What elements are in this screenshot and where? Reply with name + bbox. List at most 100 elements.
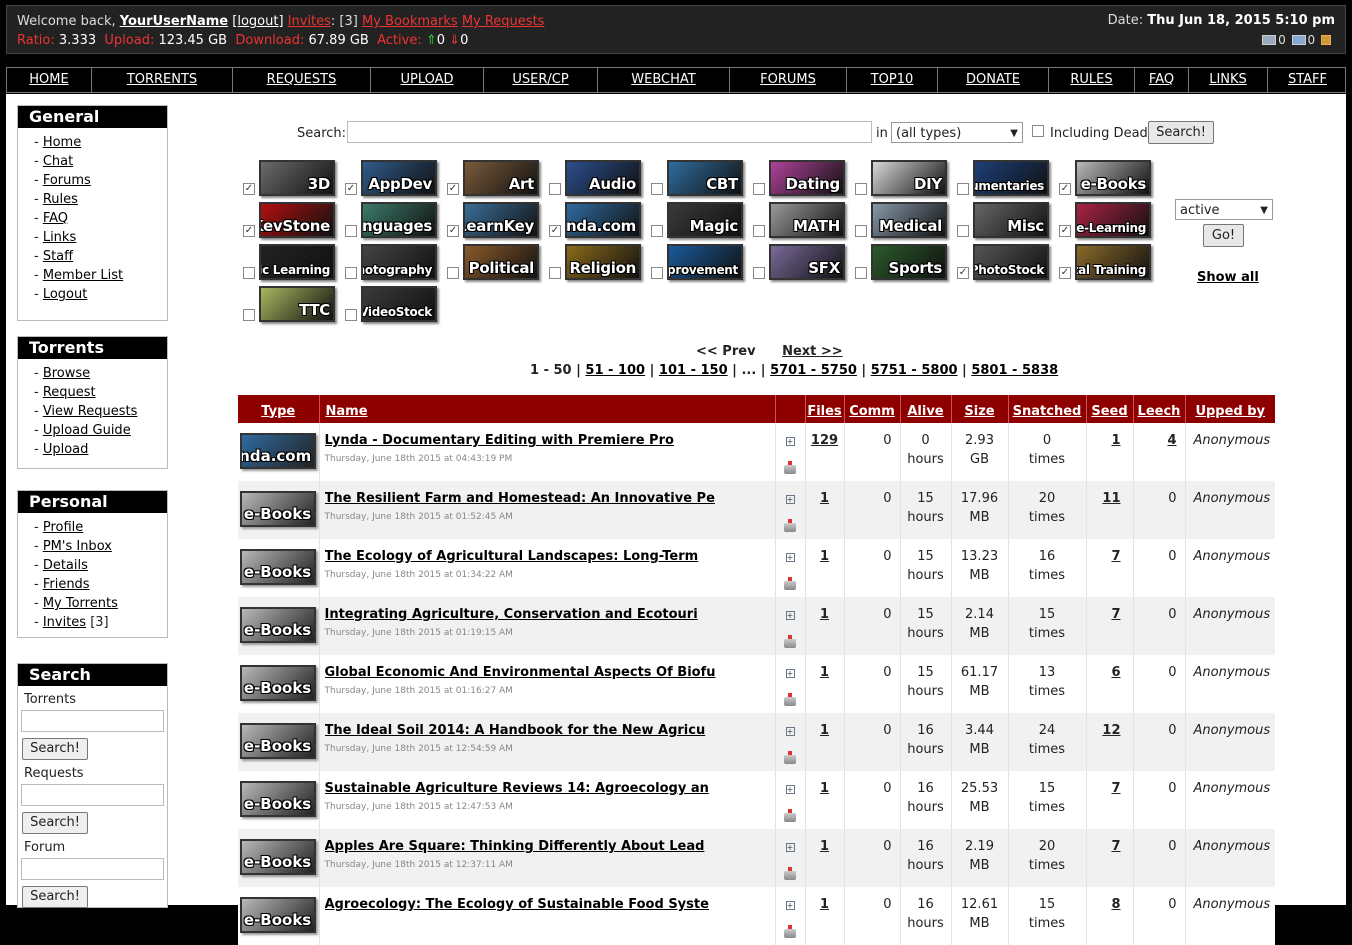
prev-link[interactable]: << Prev [696,344,756,359]
category-religion-icon[interactable]: Religion [565,244,641,280]
torrent-name-link[interactable]: Global Economic And Environmental Aspect… [325,663,765,682]
sidebar-item-label[interactable]: Links [43,230,76,245]
expand-plus-icon[interactable]: + [785,785,795,794]
seeders-link[interactable]: 7 [1111,781,1120,796]
files-link[interactable]: 1 [820,781,829,796]
sidebar-item-upload[interactable]: - Upload [34,440,167,459]
page-link[interactable]: 51 - 100 [585,363,645,378]
seeders-link[interactable]: 12 [1102,723,1120,738]
category-checkbox[interactable] [753,225,765,237]
col-snatched[interactable]: Snatched [1008,395,1087,423]
sidebar-item-request[interactable]: - Request [34,383,167,402]
sidebar-item-label[interactable]: Request [43,385,96,400]
category-checkbox[interactable]: ✓ [1059,183,1071,195]
category-e-books-icon[interactable]: e-Books [240,897,317,933]
col-comm[interactable]: Comm [844,395,901,423]
seeders-link[interactable]: 7 [1111,839,1120,854]
sidebar-item-browse[interactable]: - Browse [34,364,167,383]
category-medical-icon[interactable]: Medical [871,202,947,238]
category-checkbox[interactable]: ✓ [243,225,255,237]
col-size[interactable]: Size [951,395,1009,423]
inbox-envelope-icon[interactable] [1262,35,1277,45]
category-music-learning-icon[interactable]: Music Learning [259,244,335,280]
category-checkbox[interactable]: ✓ [549,225,561,237]
torrent-name-link[interactable]: The Resilient Farm and Homestead: An Inn… [325,489,765,508]
col-leech[interactable]: Leech [1133,395,1186,423]
download-icon[interactable] [784,751,796,764]
category-magic-icon[interactable]: Magic [667,202,743,238]
torrent-name-link[interactable]: The Ecology of Agricultural Landscapes: … [325,547,765,566]
category-self-improvement-icon[interactable]: Self Improvement [667,244,743,280]
expand-plus-icon[interactable]: + [785,669,795,678]
download-icon[interactable] [784,577,796,590]
category-checkbox[interactable] [549,267,561,279]
nav-torrents[interactable]: TORRENTS [92,68,233,92]
category-checkbox[interactable] [651,267,663,279]
download-icon[interactable] [784,925,796,938]
col-name[interactable]: Name [319,395,776,423]
category-checkbox[interactable] [753,183,765,195]
category-checkbox[interactable]: ✓ [447,183,459,195]
leechers-value[interactable]: 4 [1167,433,1176,448]
category-e-books-icon[interactable]: e-Books [240,607,317,643]
expand-plus-icon[interactable]: + [785,495,795,504]
sidebar-item-label[interactable]: Upload [43,442,89,457]
torrent-name-link[interactable]: Lynda - Documentary Editing with Premier… [325,431,765,450]
sidebar-item-rules[interactable]: - Rules [34,190,167,209]
category-learnkey-icon[interactable]: LearnKey [463,202,539,238]
files-link[interactable]: 1 [820,491,829,506]
category-checkbox[interactable] [243,267,255,279]
category-checkbox[interactable] [549,183,561,195]
seeders-link[interactable]: 1 [1111,433,1120,448]
category-documentaries-icon[interactable]: Documentaries [973,160,1049,196]
username-link[interactable]: YourUserName [120,14,228,29]
download-icon[interactable] [784,461,796,474]
page-link[interactable]: 5701 - 5750 [770,363,857,378]
sidebar-item-label[interactable]: Forums [43,173,91,188]
sidebar-search-requests-button[interactable]: Search! [22,812,88,834]
download-icon[interactable] [784,519,796,532]
nav-faq[interactable]: FAQ [1135,68,1189,92]
nav-home[interactable]: HOME [7,68,92,92]
sidebar-item-label[interactable]: Browse [43,366,90,381]
category-sports-icon[interactable]: Sports [871,244,947,280]
bookmarks-link[interactable]: My Bookmarks [362,14,458,29]
sidebar-item-logout[interactable]: - Logout [34,285,167,304]
category-audio-icon[interactable]: Audio [565,160,641,196]
sidebar-item-chat[interactable]: - Chat [34,152,167,171]
sidebar-item-label[interactable]: PM's Inbox [43,539,112,554]
sidebar-item-upload-guide[interactable]: - Upload Guide [34,421,167,440]
category-e-books-icon[interactable]: e-Books [240,549,317,585]
category-checkbox[interactable] [753,267,765,279]
torrent-name-link[interactable]: Sustainable Agriculture Reviews 14: Agro… [325,779,765,798]
category-checkbox[interactable]: ✓ [1059,225,1071,237]
category-checkbox[interactable]: ✓ [1059,267,1071,279]
category-videostock-icon[interactable]: VideoStock [361,286,437,322]
page-link[interactable]: 5751 - 5800 [871,363,958,378]
category-checkbox[interactable] [957,183,969,195]
files-link[interactable]: 1 [820,723,829,738]
nav-staff[interactable]: STAFF [1268,68,1347,92]
category-checkbox[interactable] [345,225,357,237]
category-languages-icon[interactable]: Languages [361,202,437,238]
files-link[interactable]: 1 [820,607,829,622]
category-e-books-icon[interactable]: e-Books [1075,160,1151,196]
category-checkbox[interactable] [447,267,459,279]
category-3d-icon[interactable]: 3D [259,160,335,196]
nav-usercp[interactable]: USER/CP [484,68,598,92]
seeders-link[interactable]: 7 [1111,549,1120,564]
category-checkbox[interactable] [957,225,969,237]
sidebar-item-label[interactable]: Member List [43,268,123,283]
expand-plus-icon[interactable]: + [785,437,795,446]
seeders-link[interactable]: 7 [1111,607,1120,622]
search-input[interactable] [347,121,872,143]
sidebar-search-torrents-button[interactable]: Search! [22,738,88,760]
category-checkbox[interactable]: ✓ [957,267,969,279]
category-checkbox[interactable]: ✓ [447,225,459,237]
sidebar-item-label[interactable]: Details [43,558,88,573]
sidebar-item-my-torrents[interactable]: - My Torrents [34,594,167,613]
sidebar-search-torrents-input[interactable] [21,710,164,732]
category-e-learning-icon[interactable]: e-Learning [1075,202,1151,238]
sidebar-item-staff[interactable]: - Staff [34,247,167,266]
sidebar-search-requests-input[interactable] [21,784,164,806]
